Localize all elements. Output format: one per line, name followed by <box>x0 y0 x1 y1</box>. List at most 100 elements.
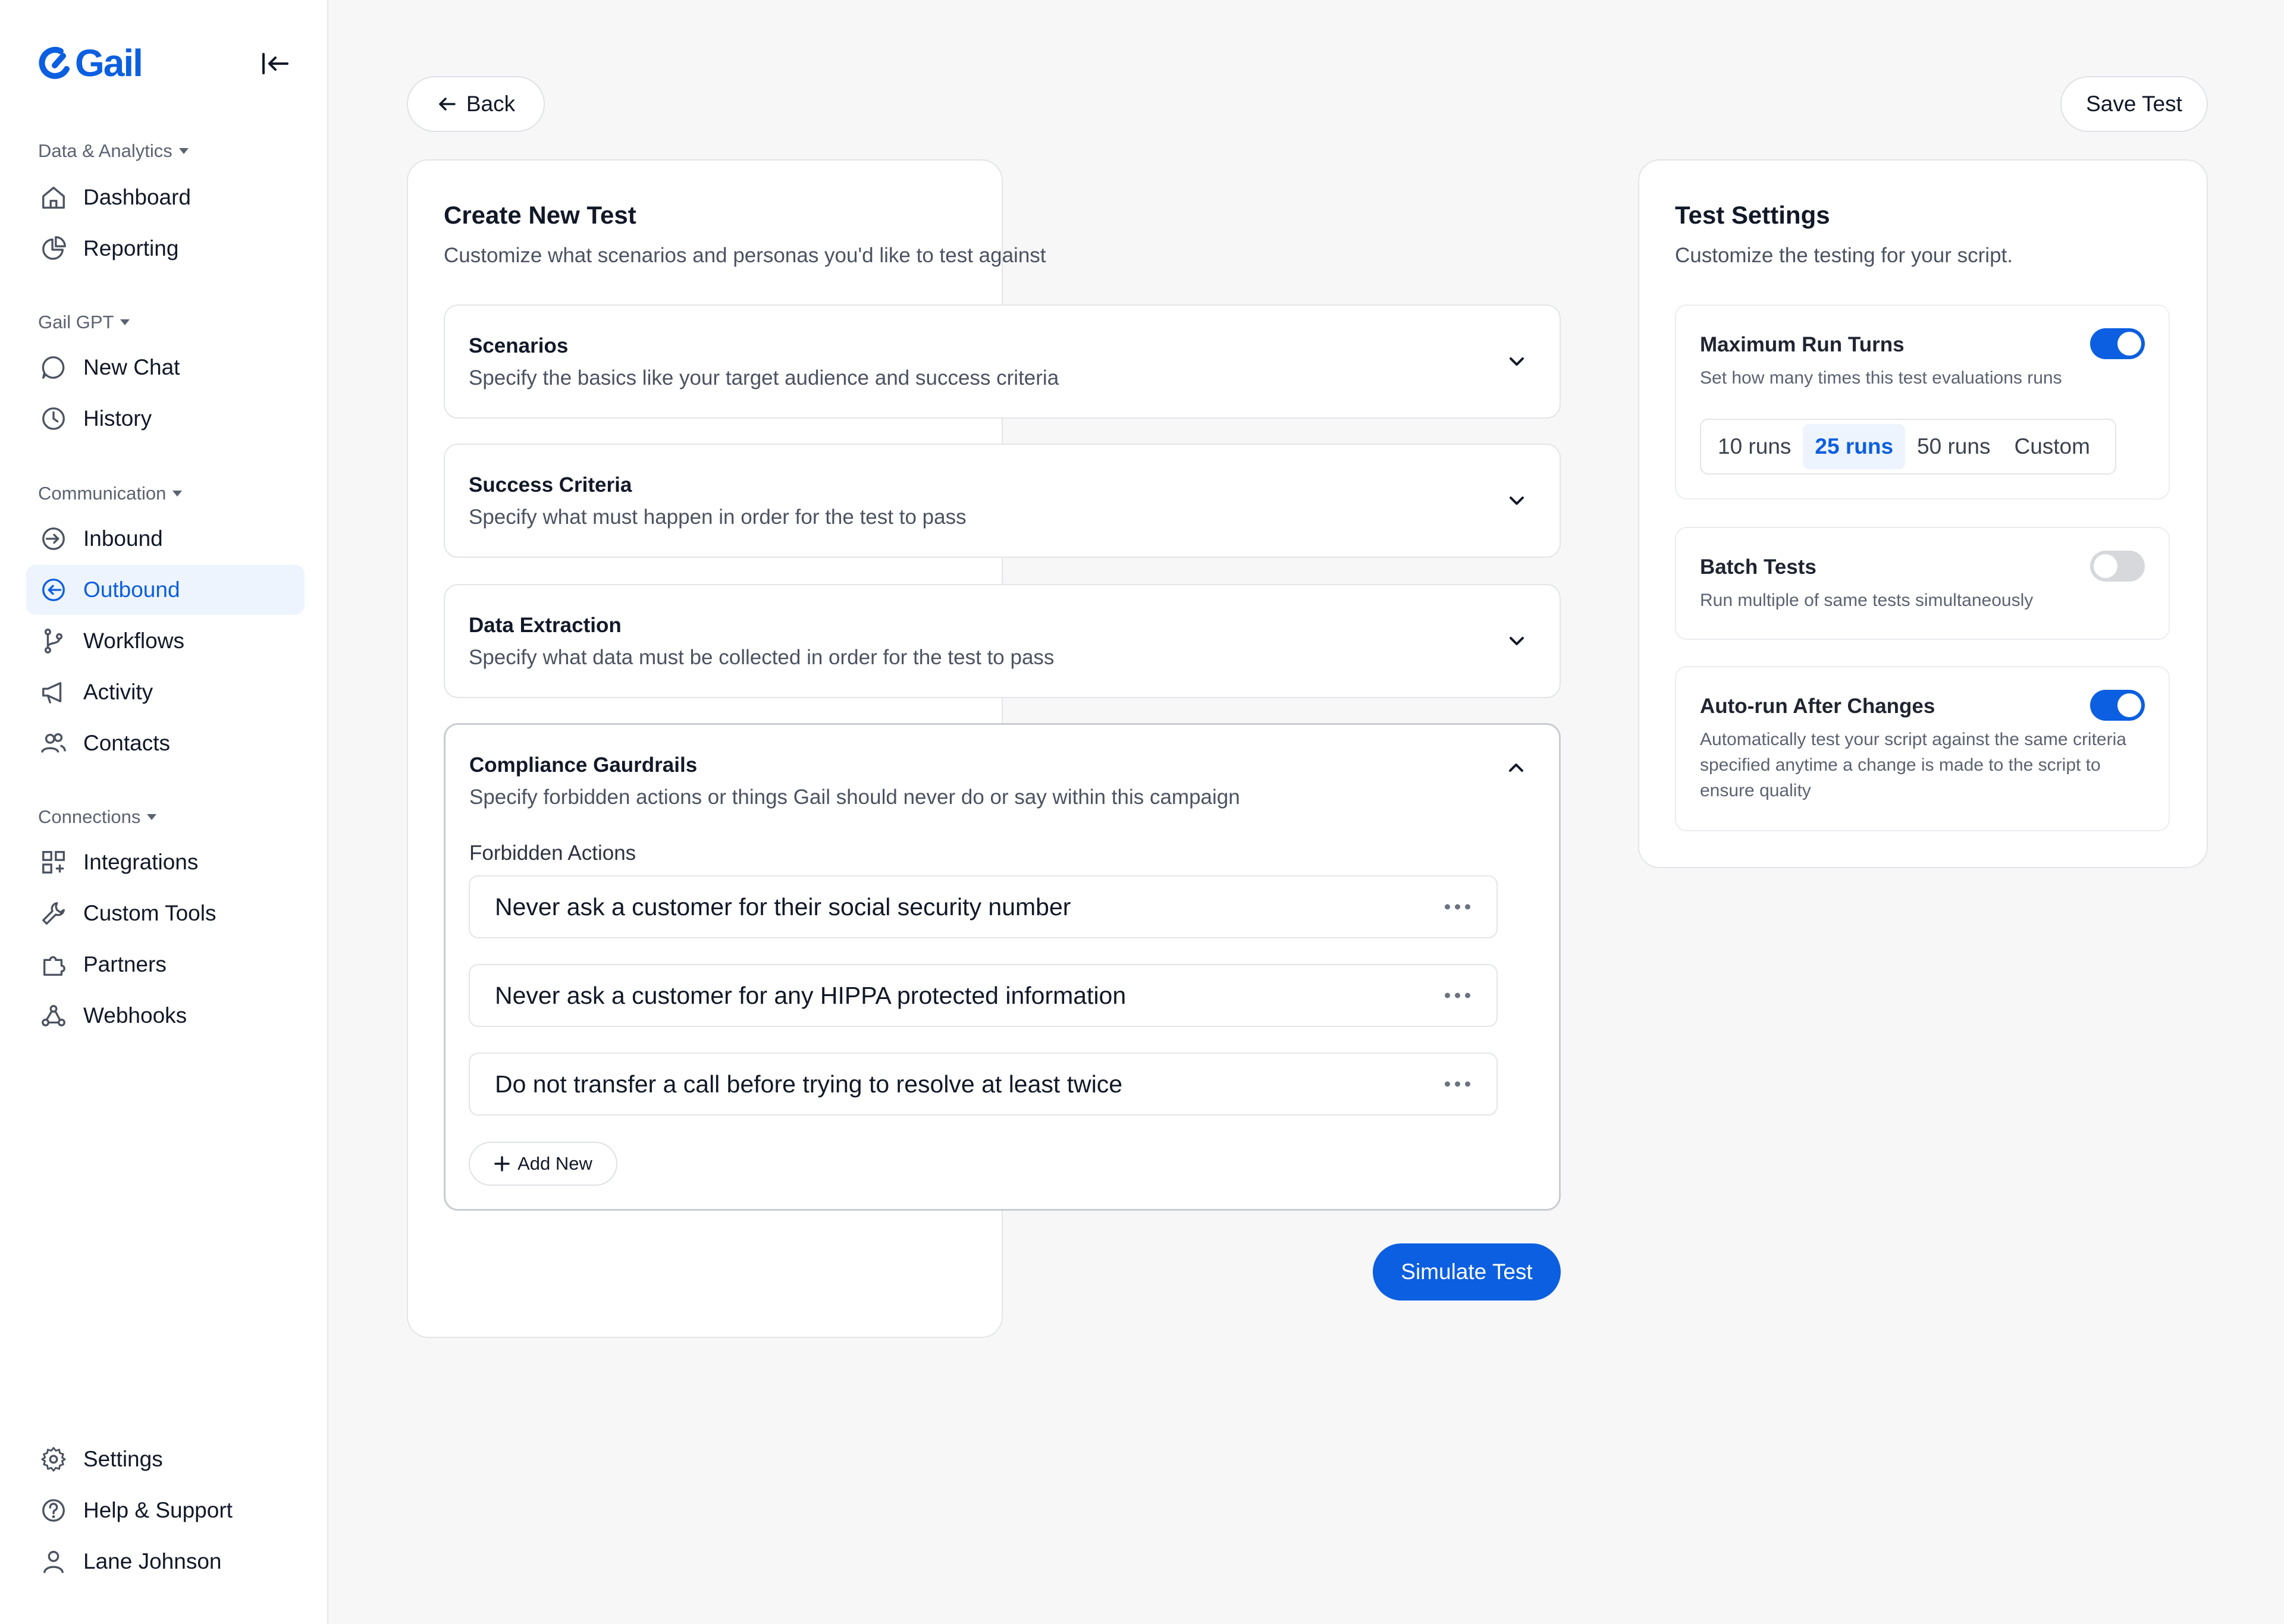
more-options-icon[interactable] <box>1445 1081 1470 1087</box>
forbidden-action-item[interactable]: Never ask a customer for any HIPPA prote… <box>469 964 1498 1027</box>
caret-down-icon <box>178 148 189 154</box>
setting-desc: Run multiple of same tests simultaneousl… <box>1700 590 2034 610</box>
sidebar-item-history[interactable]: History <box>26 394 305 444</box>
create-test-subtitle: Customize what scenarios and personas yo… <box>444 244 1046 267</box>
sidebar-item-workflows[interactable]: Workflows <box>26 616 305 666</box>
pie-chart-icon <box>42 236 66 260</box>
sidebar-item-label: Settings <box>83 1447 163 1471</box>
sidebar-item-label: Activity <box>83 680 153 704</box>
accordion-success-criteria[interactable]: Success Criteria Specify what must happe… <box>444 444 1561 558</box>
accordion-data-extraction[interactable]: Data Extraction Specify what data must b… <box>444 584 1561 698</box>
add-new-button[interactable]: Add New <box>469 1142 617 1186</box>
sidebar-item-custom-tools[interactable]: Custom Tools <box>26 888 305 938</box>
accordion-title: Scenarios <box>469 334 569 357</box>
sidebar-item-label: Lane Johnson <box>83 1549 222 1573</box>
back-button[interactable]: Back <box>407 76 545 132</box>
chevron-down-icon <box>1510 637 1524 645</box>
sidebar-item-label: Help & Support <box>83 1498 233 1522</box>
sidebar-item-label: History <box>83 406 152 431</box>
save-label: Save Test <box>2086 92 2182 116</box>
sidebar-item-integrations[interactable]: Integrations <box>26 837 305 887</box>
accordion-scenarios[interactable]: Scenarios Specify the basics like your t… <box>444 304 1561 419</box>
save-test-button[interactable]: Save Test <box>2060 76 2208 132</box>
grid-plus-icon <box>42 851 65 874</box>
sidebar-item-outbound[interactable]: Outbound <box>26 565 305 615</box>
forbidden-actions-label: Forbidden Actions <box>469 841 636 865</box>
section-label: Communication <box>38 483 167 504</box>
plus-icon <box>494 1156 510 1171</box>
sidebar-item-reporting[interactable]: Reporting <box>26 224 305 274</box>
section-label: Connections <box>38 806 141 827</box>
forbidden-action-item[interactable]: Do not transfer a call before trying to … <box>469 1053 1498 1116</box>
chevron-down-icon <box>1510 497 1524 505</box>
simulate-test-button[interactable]: Simulate Test <box>1373 1243 1561 1301</box>
forbidden-action-item[interactable]: Never ask a customer for their social se… <box>469 875 1498 938</box>
auto-run-toggle[interactable] <box>2090 690 2145 721</box>
section-label: Gail GPT <box>38 312 114 332</box>
sidebar-item-dashboard[interactable]: Dashboard <box>26 172 305 222</box>
setting-title: Auto-run After Changes <box>1700 695 1935 718</box>
accordion-title: Data Extraction <box>469 614 622 637</box>
sidebar-item-label: Reporting <box>83 236 179 260</box>
setting-title: Batch Tests <box>1700 555 1816 579</box>
sidebar-item-inbound[interactable]: Inbound <box>26 514 305 564</box>
puzzle-icon <box>43 956 65 976</box>
chevron-down-icon <box>1510 357 1524 366</box>
sidebar-item-contacts[interactable]: Contacts <box>26 718 305 768</box>
megaphone-icon <box>42 681 62 703</box>
sidebar-item-activity[interactable]: Activity <box>26 667 305 717</box>
git-branch-icon <box>44 629 63 654</box>
batch-tests-toggle[interactable] <box>2090 551 2145 582</box>
section-data-analytics[interactable]: Data & Analytics <box>38 140 189 162</box>
section-communication[interactable]: Communication <box>38 483 183 504</box>
back-label: Back <box>466 92 516 116</box>
chevron-up-icon[interactable] <box>1503 755 1529 781</box>
sidebar-item-label: Outbound <box>83 577 180 602</box>
webhook-icon <box>42 1005 65 1026</box>
forbidden-action-text: Never ask a customer for any HIPPA prote… <box>495 981 1127 1009</box>
sidebar-item-user-profile[interactable]: Lane Johnson <box>26 1537 305 1587</box>
accordion-title[interactable]: Compliance Gaurdrails <box>469 753 697 777</box>
accordion-subtitle: Specify the basics like your target audi… <box>469 366 1059 389</box>
max-runs-toggle[interactable] <box>2090 328 2145 359</box>
setting-auto-run: Auto-run After Changes Automatically tes… <box>1675 666 2170 831</box>
more-options-icon[interactable] <box>1445 904 1470 910</box>
caret-down-icon <box>172 491 183 497</box>
collapse-left-icon <box>262 53 288 74</box>
sidebar-item-label: Partners <box>83 952 167 976</box>
setting-title: Maximum Run Turns <box>1700 333 1905 356</box>
add-new-label: Add New <box>517 1153 592 1174</box>
sidebar-item-partners[interactable]: Partners <box>26 940 305 990</box>
sidebar-item-webhooks[interactable]: Webhooks <box>26 991 305 1041</box>
wrench-icon <box>42 902 65 925</box>
forbidden-action-text: Never ask a customer for their social se… <box>495 893 1071 921</box>
sidebar-item-new-chat[interactable]: New Chat <box>26 343 305 392</box>
arrow-left-icon <box>439 98 456 111</box>
create-test-title: Create New Test <box>444 201 636 229</box>
setting-batch-tests: Batch Tests Run multiple of same tests s… <box>1675 527 2170 640</box>
run-option-50[interactable]: 50 runs <box>1905 424 2002 469</box>
sidebar: Gail Data & Analytics Dashboard Reportin… <box>0 0 328 1624</box>
clock-icon <box>42 407 65 430</box>
run-option-custom[interactable]: Custom <box>2002 424 2101 469</box>
home-icon <box>42 187 65 209</box>
sidebar-item-label: Inbound <box>83 526 163 551</box>
collapse-sidebar-button[interactable] <box>259 50 291 77</box>
run-count-selector: 10 runs 25 runs 50 runs Custom <box>1700 419 2116 475</box>
users-icon <box>41 733 66 753</box>
arrow-in-circle-icon <box>42 527 65 550</box>
accordion-subtitle: Specify forbidden actions or things Gail… <box>469 786 1240 809</box>
user-icon <box>43 1551 64 1573</box>
sidebar-item-label: Custom Tools <box>83 901 217 925</box>
gail-logo[interactable]: Gail <box>37 42 143 84</box>
section-gail-gpt[interactable]: Gail GPT <box>38 312 130 333</box>
run-option-25[interactable]: 25 runs <box>1803 424 1906 469</box>
section-connections[interactable]: Connections <box>38 806 157 828</box>
sidebar-item-label: Webhooks <box>83 1003 187 1028</box>
sidebar-item-settings[interactable]: Settings <box>26 1434 305 1484</box>
caret-down-icon <box>147 814 157 820</box>
more-options-icon[interactable] <box>1445 992 1470 998</box>
run-option-10[interactable]: 10 runs <box>1706 424 1803 469</box>
sidebar-item-help-support[interactable]: Help & Support <box>26 1485 305 1535</box>
test-settings-title: Test Settings <box>1675 201 1830 229</box>
